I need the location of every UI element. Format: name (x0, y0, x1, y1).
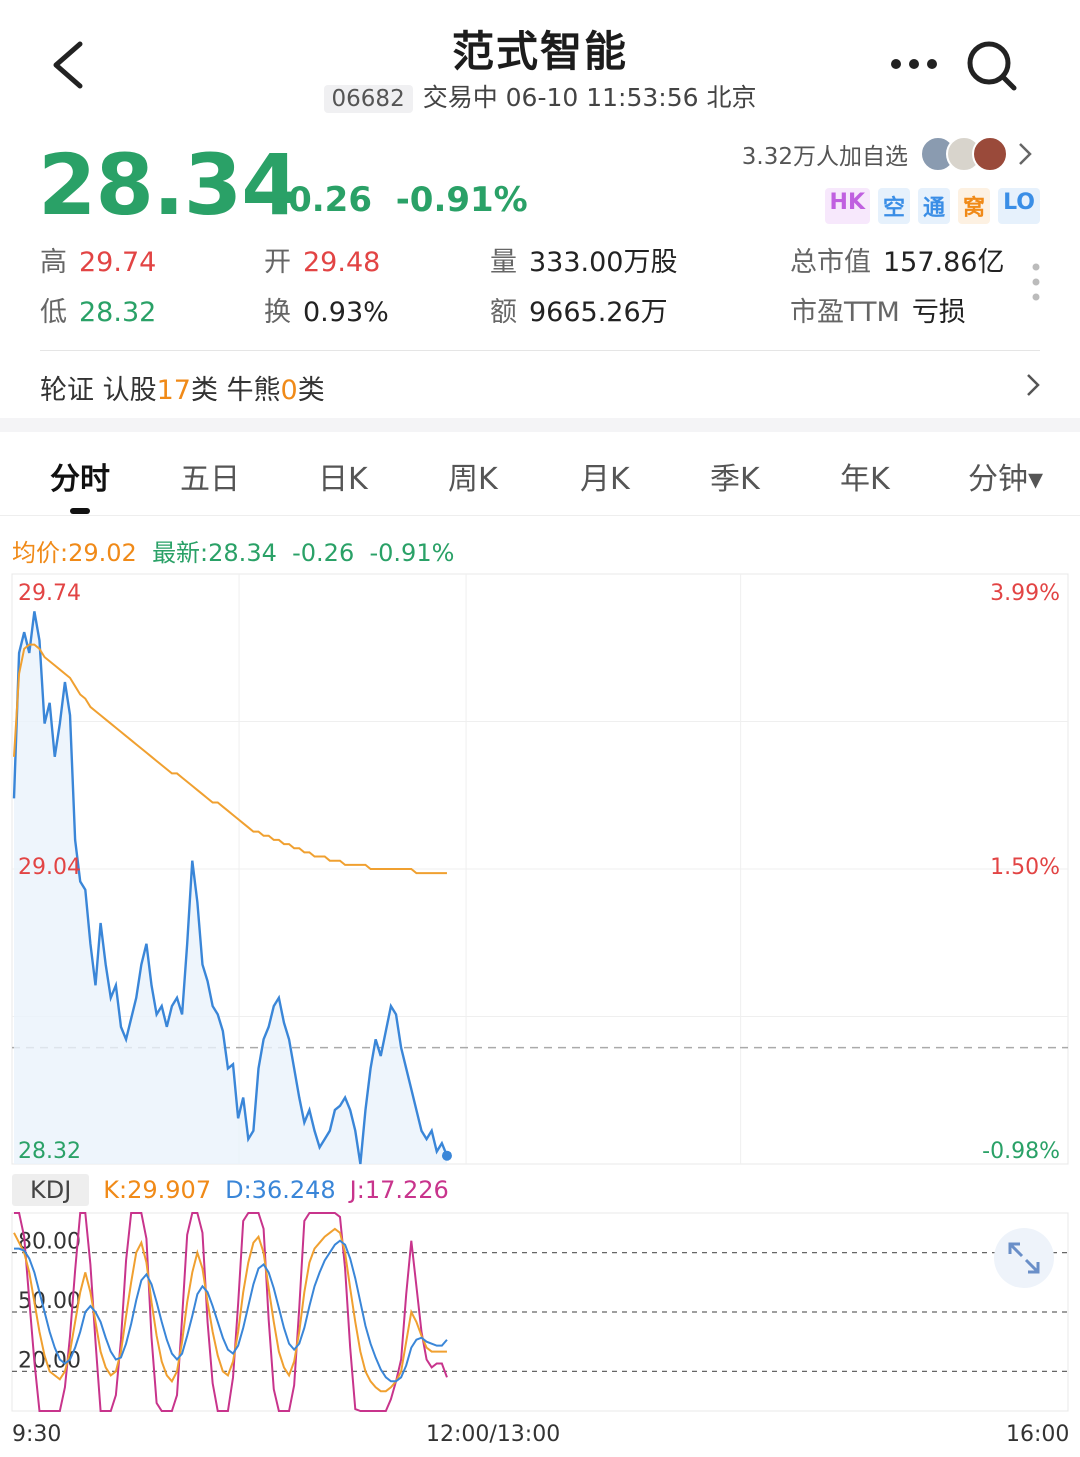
stat-volume: 量 333.00万股 (490, 240, 677, 279)
stat-label: 开 (264, 247, 291, 278)
tab-minute-dropdown[interactable]: 分钟▾ (968, 454, 1043, 498)
tab-five-day[interactable]: 五日 (180, 454, 240, 498)
tab-daily-k[interactable]: 日K (318, 454, 368, 498)
stock-status-line: 06682 交易中 06-10 11:53:56 北京 (0, 78, 1080, 114)
watchlist-count-row[interactable]: 3.32万人加自选 (742, 136, 1034, 172)
warrants-label: 轮证 认股 (40, 375, 157, 406)
stat-value: 0.93% (303, 297, 389, 328)
more-options-icon[interactable] (884, 50, 944, 78)
stat-open: 开 29.48 (264, 240, 380, 279)
expand-stats-icon[interactable] (1030, 262, 1042, 302)
market-tag[interactable]: HK (824, 188, 871, 224)
warrants-suffix: 类 (297, 375, 325, 406)
kdj-k-value: K:29.907 (103, 1176, 212, 1204)
tab-yearly-k[interactable]: 年K (840, 454, 890, 498)
chart-period-tabs: 分时 五日 日K 周K 月K 季K 年K 分钟▾ (0, 440, 1080, 516)
time-axis-end: 16:00 (1006, 1422, 1070, 1447)
y-axis-tick-right: 3.99% (990, 581, 1060, 606)
time-axis-start: 9:30 (12, 1422, 62, 1447)
stat-label: 低 (40, 297, 67, 328)
market-tag[interactable]: 通 (918, 188, 951, 224)
cbbc-label: 类 牛熊 (190, 375, 281, 406)
tab-monthly-k[interactable]: 月K (580, 454, 630, 498)
stat-market-cap: 总市值 157.86亿 (790, 240, 1004, 279)
market-tags: HK 空通窝 LO (824, 188, 1040, 224)
change-value: -0.26 (274, 180, 372, 220)
stat-value: 9665.26万 (529, 297, 668, 328)
search-icon[interactable] (962, 36, 1022, 96)
chevron-right-icon[interactable] (1024, 370, 1042, 400)
stat-value: 157.86亿 (883, 247, 1005, 278)
stat-label: 市盈TTM (790, 297, 900, 328)
stat-value: 28.32 (79, 297, 157, 328)
intraday-price-chart[interactable]: 29.74 29.04 28.32 3.99% 1.50% -0.98% (0, 560, 1080, 1180)
kdj-frame (11, 1212, 1069, 1412)
stat-high: 高 29.74 (40, 240, 156, 279)
chevron-right-icon (1019, 143, 1032, 165)
price-change: -0.26 -0.91% (274, 180, 528, 220)
market-tag[interactable]: LO (998, 188, 1040, 224)
market-tag[interactable]: 空 (878, 188, 911, 224)
stat-value: 亏损 (911, 297, 966, 328)
y-axis-tick-left: 29.74 (18, 581, 81, 606)
watchlist-count: 3.32万人加自选 (741, 144, 908, 170)
kdj-indicator-selector[interactable]: KDJ (12, 1174, 90, 1206)
stat-label: 换 (264, 297, 291, 328)
kdj-level-label: 80.00 (18, 1230, 81, 1255)
stat-label: 额 (490, 297, 517, 328)
last-price-dot (441, 1150, 452, 1161)
cbbc-count: 0 (280, 375, 298, 406)
stat-value: 29.74 (79, 247, 157, 278)
stat-label: 高 (40, 247, 67, 278)
call-warrant-count: 17 (156, 375, 191, 406)
stat-amount: 额 9665.26万 (490, 290, 668, 329)
tab-intraday[interactable]: 分时 (50, 454, 110, 498)
stat-label: 总市值 (790, 247, 871, 278)
tab-weekly-k[interactable]: 周K (448, 454, 498, 498)
stock-code-badge: 06682 (323, 85, 413, 113)
kdj-d-value: D:36.248 (225, 1176, 336, 1204)
active-tab-indicator (70, 508, 90, 514)
y-axis-tick-left: 29.04 (18, 855, 81, 880)
y-axis-tick-right: -0.98% (982, 1139, 1060, 1164)
warrants-row[interactable]: 轮证 认股17类 牛熊0类 (40, 368, 325, 407)
tab-quarterly-k[interactable]: 季K (710, 454, 760, 498)
y-axis-tick-right: 1.50% (990, 855, 1060, 880)
stat-value: 29.48 (303, 247, 381, 278)
last-price: 28.34 (38, 136, 300, 234)
stat-turnover: 换 0.93% (264, 290, 389, 329)
average-price-line (13, 643, 447, 875)
stat-value: 333.00万股 (529, 247, 678, 278)
avatar (972, 136, 1008, 172)
market-tag[interactable]: 窝 (958, 188, 991, 224)
time-axis-lunch: 12:00/13:00 (426, 1422, 561, 1447)
divider (40, 350, 1040, 351)
change-percent: -0.91% (395, 180, 528, 220)
trading-status-time: 交易中 06-10 11:53:56 北京 (422, 83, 757, 112)
fullscreen-icon[interactable] (992, 1226, 1056, 1290)
stat-label: 量 (490, 247, 517, 278)
stat-pe: 市盈TTM 亏损 (790, 290, 966, 329)
stat-low: 低 28.32 (40, 290, 156, 329)
kdj-j-value: J:17.226 (349, 1176, 449, 1204)
follower-avatars (916, 136, 1008, 172)
y-axis-tick-left: 28.32 (18, 1139, 81, 1164)
kdj-indicator-chart[interactable]: 80.0050.0020.00 (0, 1205, 1080, 1420)
kdj-legend: KDJ K:29.907 D:36.248 J:17.226 (12, 1174, 449, 1206)
section-separator (0, 418, 1080, 432)
